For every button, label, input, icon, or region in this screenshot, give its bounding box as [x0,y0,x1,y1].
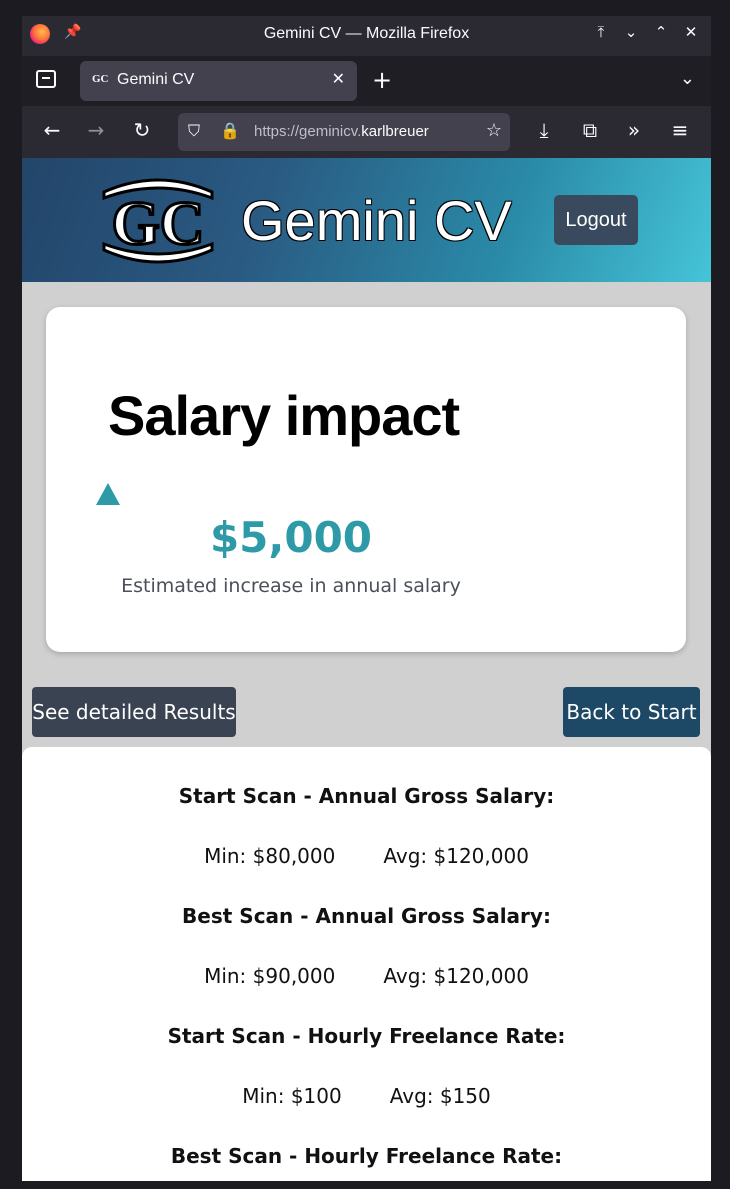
up-triangle-icon [96,483,120,505]
result-min: Min: $90,000 [204,964,336,988]
result-heading: Best Scan - Hourly Freelance Rate: [170,1144,563,1168]
tab-overview-icon[interactable] [36,70,56,88]
site-header: GC Gemini CV Logout [22,158,711,282]
extensions-icon[interactable]: ⧉ [576,118,604,142]
close-window-icon[interactable]: ✕ [680,23,702,41]
maximize-icon[interactable]: ⌃ [650,23,672,41]
url-prefix: https://geminicv. [254,123,362,140]
forward-arrow-icon[interactable]: → [82,118,110,142]
result-heading: Start Scan - Hourly Freelance Rate: [167,1024,566,1048]
navigation-bar: ← → ↻ ⛉ 🔒 https://geminicv.karlbreuer ☆ … [22,106,711,158]
close-tab-icon[interactable]: ✕ [332,69,345,88]
overflow-icon[interactable]: » [620,118,648,142]
new-tab-icon[interactable]: + [372,66,392,94]
shield-icon[interactable]: ⛉ [188,121,200,141]
browser-window: 📌 Gemini CV — Mozilla Firefox ⤒ ⌄ ⌃ ✕ GC… [22,16,711,1181]
main-content: Salary impact $5,000 Estimated increase … [22,282,711,1181]
result-row: Min: $100 Avg: $150 [22,1084,711,1108]
reload-icon[interactable]: ↻ [128,118,156,142]
see-detailed-results-button[interactable]: See detailed Results [32,687,236,737]
result-row: Min: $80,000 Avg: $120,000 [22,844,711,868]
result-heading: Start Scan - Annual Gross Salary: [178,784,555,808]
url-domain: karlbreuer [361,123,429,140]
url-bar[interactable]: ⛉ 🔒 https://geminicv.karlbreuer ☆ [178,113,510,151]
result-row: Min: $90,000 Avg: $120,000 [22,964,711,988]
card-title: Salary impact [108,384,460,447]
result-avg: Avg: $120,000 [383,844,529,868]
url-text[interactable]: https://geminicv.karlbreuer [254,123,470,140]
menu-icon[interactable]: ≡ [666,118,694,142]
star-icon[interactable]: ☆ [486,120,502,141]
tab-strip: GC Gemini CV ✕ + ⌄ [22,56,711,106]
list-all-tabs-icon[interactable]: ⌄ [680,68,695,89]
result-min: Min: $100 [242,1084,342,1108]
logout-button[interactable]: Logout [554,195,638,245]
tab-label: Gemini CV [117,71,195,88]
gemini-cv-logo[interactable]: GC [98,170,218,272]
result-min: Min: $80,000 [204,844,336,868]
salary-impact-card: Salary impact $5,000 Estimated increase … [46,307,686,652]
restore-top-icon[interactable]: ⤒ [590,23,612,41]
result-avg: Avg: $150 [389,1084,491,1108]
logo-text: GC [112,190,205,258]
favicon-icon: GC [92,73,109,85]
impact-amount: $5,000 [209,513,373,562]
download-icon[interactable]: ⤓ [530,118,558,142]
title-bar: 📌 Gemini CV — Mozilla Firefox ⤒ ⌄ ⌃ ✕ [22,16,711,56]
result-heading: Best Scan - Annual Gross Salary: [182,904,551,928]
result-avg: Avg: $120,000 [383,964,529,988]
impact-caption: Estimated increase in annual salary [121,575,461,597]
minimize-icon[interactable]: ⌄ [620,23,642,41]
brand-title: Gemini CV [241,189,512,252]
lock-icon[interactable]: 🔒 [220,121,240,140]
tab-gemini-cv[interactable]: GC Gemini CV ✕ [80,61,357,101]
back-arrow-icon[interactable]: ← [38,118,66,142]
results-panel: Start Scan - Annual Gross Salary: Min: $… [22,747,711,1181]
back-to-start-button[interactable]: Back to Start [563,687,700,737]
